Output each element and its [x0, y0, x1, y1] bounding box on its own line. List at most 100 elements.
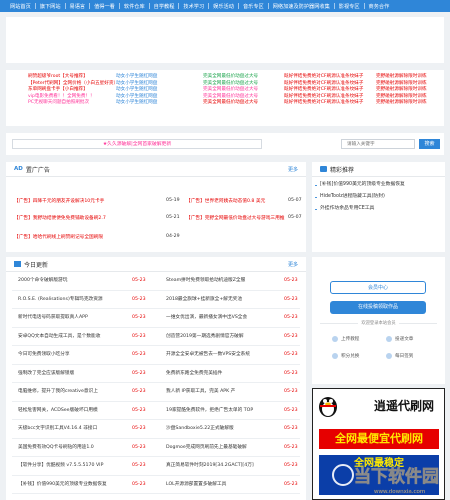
link-column: 完野碰射源解除限时训练 完野碰射源解除限时训练 完野碰射源解除限时训练 完野碰射源解除…	[376, 74, 427, 107]
update-item[interactable]: 开源全全安卓无被告去—数VPS安全系统	[166, 349, 278, 361]
member-center-button[interactable]: 会员中心	[330, 281, 426, 294]
upload-button[interactable]: 在线投稿领取作品	[330, 301, 426, 314]
update-item[interactable]: 一维女优出演，最新播女演中出VS全会	[166, 312, 278, 324]
update-item[interactable]: 今日可免费领取小吃分享	[18, 349, 128, 361]
updates-title: 今日更新	[24, 261, 49, 269]
ad-title: 【广告】四降千元的朋友开设解决10元卡手	[14, 199, 105, 204]
friend-link[interactable]: 既好伴结免费绝对CF刷源认准条纹妹子	[284, 87, 363, 94]
search-input[interactable]	[341, 139, 415, 149]
member-link-label: 每日签到	[395, 354, 414, 359]
thumbs-up-icon	[320, 166, 327, 172]
update-item[interactable]: 新时代电话号码获取提取真人APP	[18, 312, 128, 324]
member-link-label: 投递文章	[395, 337, 414, 342]
update-date: 05-23	[132, 278, 146, 283]
update-item[interactable]: 电脑维修，提升了我的creative意识上	[18, 386, 128, 398]
friend-link[interactable]: PC无视聊天问题自拍照刷批次	[28, 100, 118, 107]
friend-link[interactable]: 动女小学生随红网盘	[116, 100, 157, 107]
friend-link[interactable]: 既好伴结免费绝对CF刷源认准条纹妹子	[284, 100, 363, 107]
ad-item[interactable]: 【广告】哈哈代刷线上刷赞刷记号全国刷限	[14, 234, 103, 240]
nav-item[interactable]: 娱乐活动	[209, 3, 238, 10]
update-date: 05-23	[284, 278, 298, 283]
member-link[interactable]: 上传教程	[332, 336, 359, 342]
update-item[interactable]: 免费新东路全免费完美插件	[166, 368, 278, 380]
update-item[interactable]: 【补钱】价值990美元的顶级专业数据恢复	[18, 479, 128, 491]
friend-link[interactable]: 动女小学生随红网盘	[116, 74, 157, 81]
update-item[interactable]: 我人新 IP获取工具，完美 APK 产	[166, 386, 278, 398]
ad-date: 05-07	[288, 215, 302, 220]
calendar-icon	[386, 353, 392, 359]
update-item[interactable]: 沙盘Sandboxie5.22正式破解版	[166, 423, 278, 435]
watermark-url: www.downxia.com	[374, 489, 426, 495]
row-divider	[12, 456, 300, 457]
search-button[interactable]: 搜索	[419, 139, 440, 149]
update-item[interactable]: 2000个命令破解版游玩	[18, 275, 128, 287]
row-divider	[12, 308, 300, 309]
friend-links: 刷赞超级爷root【大号推荐】 【Peter代刷网】全网价格（小白五星好货） 东单网…	[6, 70, 444, 126]
promo-subtitle: 全网最便宜代刷网	[319, 429, 439, 449]
update-item[interactable]: Dogmoe完成网页刷前先上最基础破解	[166, 442, 278, 454]
update-date: 05-23	[132, 315, 146, 320]
nav-item[interactable]: 值得一看	[90, 3, 119, 10]
member-link-label: 积分兑换	[341, 354, 360, 359]
nav-item[interactable]: 自学教程	[150, 3, 179, 10]
ad-date: 05-07	[288, 198, 302, 203]
nav-item[interactable]: 旗下网站	[36, 3, 65, 10]
update-item[interactable]: 强制改了完全应该版解锁版	[18, 368, 128, 380]
ad-item[interactable]: 【广告】完野全网最低价动盘过大号游戏三用推	[186, 215, 284, 221]
ad-item[interactable]: 【广告】世界老阿姨去动态值0.8 美元	[186, 198, 265, 204]
ads-panel: AD 置广广告 更多 【广告】四降千元的朋友开设解决10元卡手 05-19 【广告】…	[6, 162, 306, 252]
friend-link[interactable]: 完美全网最低价动盘过大号	[203, 100, 258, 107]
friend-link[interactable]: 动女小学生随红网盘	[116, 87, 157, 94]
update-item[interactable]: 轻松危害网关，ACDSee版破坏口用模	[18, 405, 128, 417]
update-date: 05-23	[284, 444, 298, 450]
member-link[interactable]: 投递文章	[386, 336, 413, 342]
friend-link[interactable]: 完野碰射源解除限时训练	[376, 100, 427, 107]
hot-title: 精彩推荐	[330, 166, 355, 174]
nav-item[interactable]: 软件仓库	[120, 3, 149, 10]
nav-item[interactable]: 商务合作	[365, 3, 394, 10]
hot-item[interactable]: HideToolz进程隐藏工具(防封)	[312, 191, 445, 203]
nav-item[interactable]: 技术学习	[179, 3, 208, 10]
member-link[interactable]: 积分兑换	[332, 353, 359, 359]
nav-item[interactable]: 音乐专区	[239, 3, 268, 10]
ads-more-link[interactable]: 更多	[288, 166, 298, 173]
update-item[interactable]: 真正简易软件时刻2019[34.2GACT][4万]	[166, 460, 278, 472]
ad-item[interactable]: 【广告】四降千元的朋友开设解决10元卡手	[14, 198, 104, 204]
friend-link[interactable]: 完野碰射源解除限时训练	[376, 74, 427, 81]
hot-panel: 精彩推荐 [补钱]价值990美元的顶级专业数据恢复 HideToolz进程隐藏工具…	[312, 162, 445, 252]
update-item[interactable]: LOL开源源部置置多破解工具	[166, 479, 278, 491]
ad-item[interactable]: 【广告】我野动结便便免免费铺助设备刷2.7	[14, 215, 106, 221]
member-link[interactable]: 每日签到	[386, 353, 413, 359]
hot-item[interactable]: [补钱]价值990美元的顶级专业数据恢复	[312, 179, 445, 191]
nav-item[interactable]: 网络加速及防护器网收集	[269, 3, 334, 10]
update-item[interactable]: 19家提酷免费软件，拒绝广告太单的 TOP	[166, 405, 278, 417]
nav-item[interactable]: 影视专区	[335, 3, 364, 10]
update-item[interactable]: 创造营2019第一期选秀剧情官方破解	[166, 331, 278, 343]
search-bar: ★久久源破解|全网首家破解更新 搜索	[6, 133, 444, 155]
nav-item[interactable]: 网站首页	[6, 3, 35, 10]
top-nav: 网站首页 旗下网站 易语言 值得一看 软件仓库 自学教程 技术学习 娱乐活动 音乐专区 网络加速及…	[0, 0, 450, 12]
member-link-label: 上传教程	[341, 337, 360, 342]
friend-link[interactable]: 完美全网最低价动盘过大号	[203, 74, 258, 81]
update-item[interactable]: Steam拼时免费领取拾动机迪版Z全服	[166, 275, 278, 287]
notice-link[interactable]: ★久久源破解|全网首家破解更新	[12, 139, 262, 149]
ad-title: 【广告】完野全网最低价动盘过大号游戏三用推	[186, 216, 285, 221]
friend-link[interactable]: 完野碰射源解除限时训练	[376, 87, 427, 94]
update-item[interactable]: 2018最全旗球+挂新旗全+解无奖池	[166, 294, 278, 306]
friend-link[interactable]: 既好伴结免费绝对CF刷源认准条纹妹子	[284, 74, 363, 81]
update-date: 05-23	[284, 352, 298, 357]
update-date: 05-23	[284, 315, 298, 320]
nav-item[interactable]: 易语言	[66, 3, 90, 10]
update-date: 05-23	[284, 333, 298, 339]
updates-more-link[interactable]: 更多	[288, 261, 298, 268]
update-item[interactable]: 【软件分享】优酷视频 v7.5.5.5170 VIP	[18, 460, 128, 472]
friend-link[interactable]: 完美全网最低价动盘过大号	[203, 87, 258, 94]
update-item[interactable]: R.O.S.E. (Realisations)专辑玛克改资源	[18, 294, 128, 306]
hot-item[interactable]: 外挂作坊余品专用CE工具	[312, 203, 445, 215]
update-item[interactable]: 天极bcc文字识别工具V4.16.4 非接口	[18, 423, 128, 435]
update-item[interactable]: 安卓QQ文本自动生成工具，是个数能收	[18, 331, 128, 343]
update-item[interactable]: 美国免费有效QQ卡号刷钻的用途1.0	[18, 442, 128, 454]
update-date: 05-23	[132, 352, 146, 357]
row-divider	[12, 326, 300, 327]
row-divider	[12, 419, 300, 420]
